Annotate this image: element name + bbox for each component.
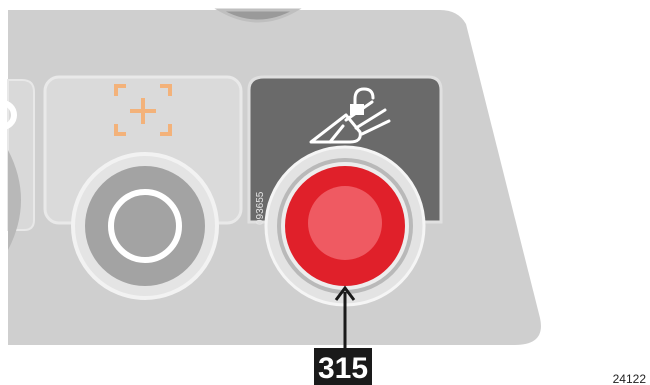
panel-serial: 093655 xyxy=(255,191,266,225)
figure-code: 24122 xyxy=(613,372,647,385)
callout-number: 315 xyxy=(318,352,368,385)
focus-button-knob[interactable] xyxy=(85,166,205,286)
diagram: 093655 315 24122 xyxy=(0,0,650,385)
callout-label: 315 xyxy=(314,348,372,385)
red-button-highlight xyxy=(308,186,382,260)
